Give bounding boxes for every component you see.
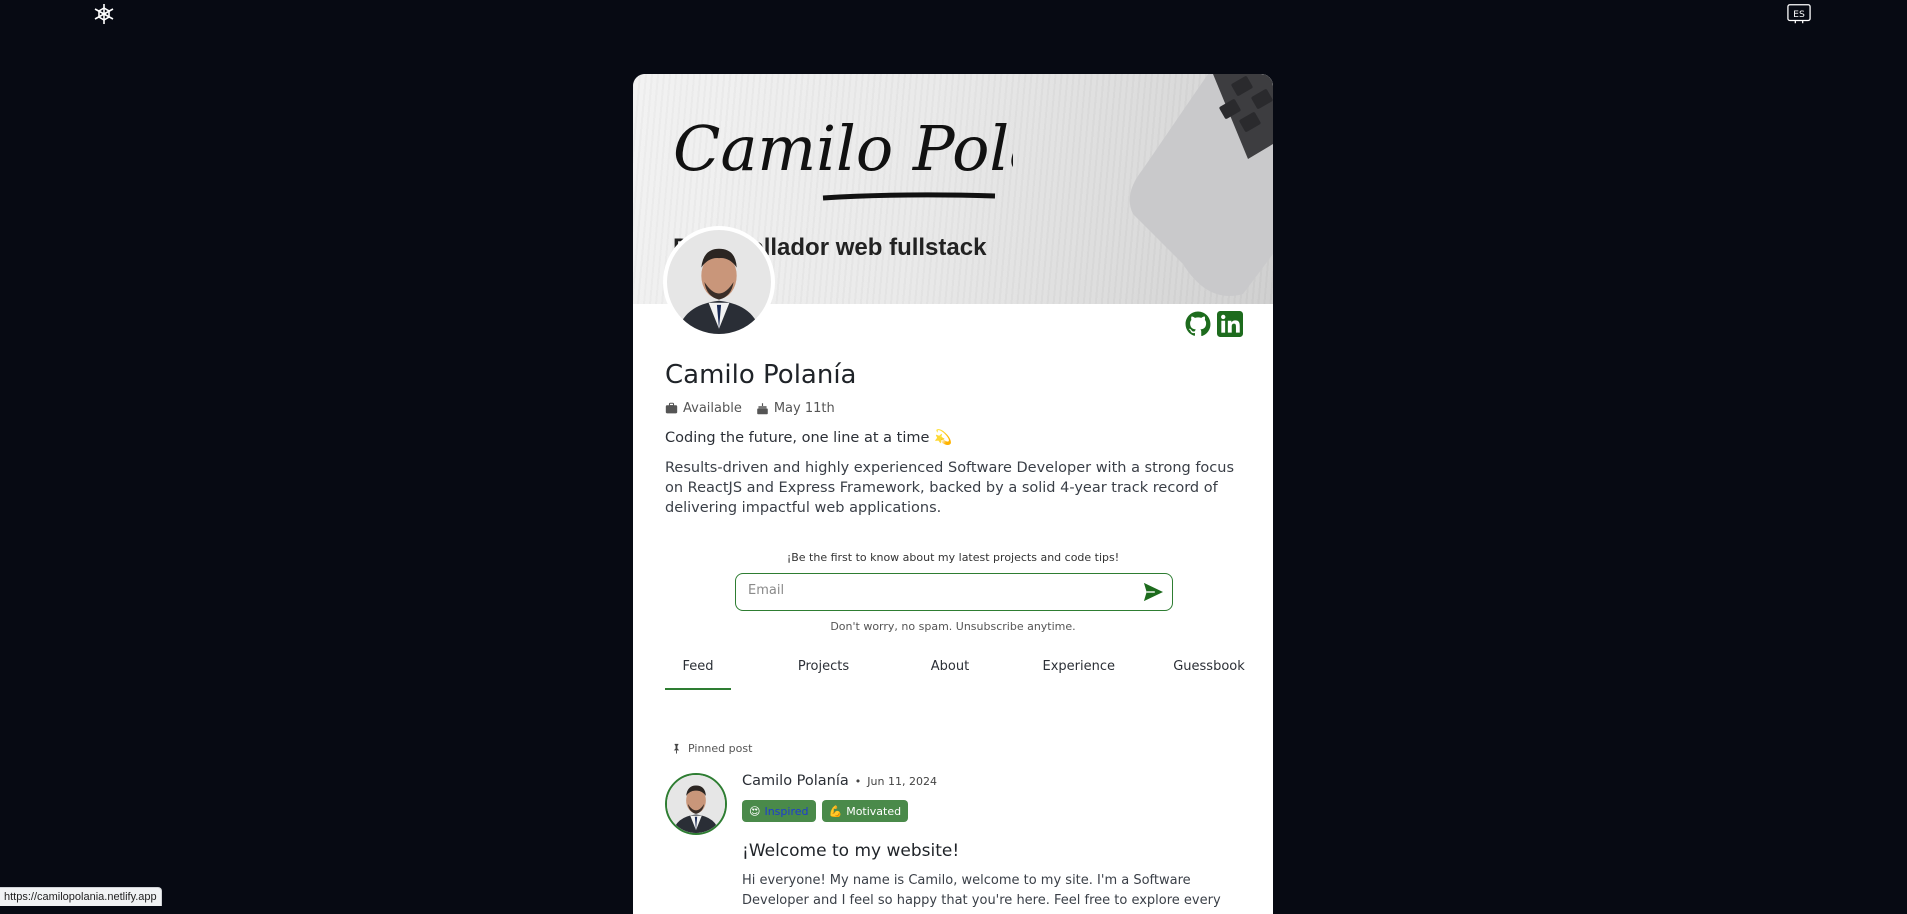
newsletter-title: ¡Be the first to know about my latest pr…	[786, 551, 1120, 564]
post-mood-badges: 😍 Inspired 💪 Motivated	[742, 800, 909, 822]
link-status-bar: https://camilopolania.netlify.app	[0, 887, 162, 906]
linkedin-icon[interactable]	[1217, 311, 1243, 337]
inspired-label: Inspired	[764, 804, 809, 818]
briefcase-icon	[665, 402, 678, 415]
pinned-indicator: Pinned post	[671, 742, 752, 755]
send-button[interactable]	[1142, 582, 1164, 602]
tab-projects[interactable]: Projects	[790, 659, 858, 690]
send-icon	[1143, 582, 1163, 602]
tab-guessbook[interactable]: Guessbook	[1169, 659, 1249, 690]
email-input[interactable]	[746, 582, 1130, 599]
language-label: ES	[1793, 9, 1805, 20]
social-links	[1185, 311, 1243, 337]
laptop-image	[1129, 74, 1273, 296]
post-author[interactable]: Camilo Polanía	[742, 773, 849, 789]
profile-meta: Available May 11th	[665, 401, 835, 416]
tab-feed[interactable]: Feed	[665, 659, 731, 690]
pinned-label: Pinned post	[688, 742, 753, 755]
post-author-avatar[interactable]	[665, 773, 727, 835]
cake-icon	[756, 402, 769, 415]
newsletter-form	[735, 573, 1173, 611]
newsletter-note: Don't worry, no spam. Unsubscribe anytim…	[830, 620, 1076, 633]
dizzy-icon: 💫	[934, 430, 953, 446]
svg-text:Camilo Polanía: Camilo Polanía	[673, 112, 1013, 185]
tab-experience[interactable]: Experience	[1043, 659, 1116, 690]
post-separator: •	[854, 775, 862, 788]
profile-tabs: Feed Projects About Experience Guessbook	[665, 659, 1249, 690]
motivated-label: Motivated	[846, 804, 902, 818]
heart-eyes-icon: 😍	[749, 804, 761, 818]
status-item: Available	[665, 401, 742, 416]
profile-tagline: Coding the future, one line at a time 💫	[665, 429, 952, 446]
post-body: Hi everyone! My name is Camilo, welcome …	[742, 873, 1221, 914]
birthday-item: May 11th	[756, 401, 835, 416]
post-date: Jun 11, 2024	[867, 775, 937, 788]
flexed-biceps-icon: 💪	[828, 804, 843, 818]
tagline-text: Coding the future, one line at a time	[665, 430, 930, 446]
motivated-badge: 💪 Motivated	[821, 800, 909, 822]
birthday-text: May 11th	[773, 401, 835, 416]
profile-avatar	[663, 226, 775, 338]
profile-card: Camilo Polanía Desarrollador web fullsta…	[633, 74, 1273, 914]
profile-name: Camilo Polanía	[665, 360, 857, 390]
signature-image: Camilo Polanía	[673, 112, 1013, 201]
post-header: Camilo Polanía • Jun 11, 2024	[742, 773, 937, 789]
status-text: Available	[683, 401, 742, 416]
pin-icon	[671, 743, 682, 754]
post-title: ¡Welcome to my website!	[742, 841, 960, 861]
inspired-badge: 😍 Inspired	[742, 800, 816, 822]
snowflake-logo-icon[interactable]	[92, 2, 116, 26]
profile-bio: Results-driven and highly experienced So…	[665, 460, 1235, 516]
github-icon[interactable]	[1185, 311, 1211, 337]
tab-about[interactable]: About	[916, 659, 984, 690]
language-toggle-icon[interactable]: ES	[1787, 2, 1813, 24]
